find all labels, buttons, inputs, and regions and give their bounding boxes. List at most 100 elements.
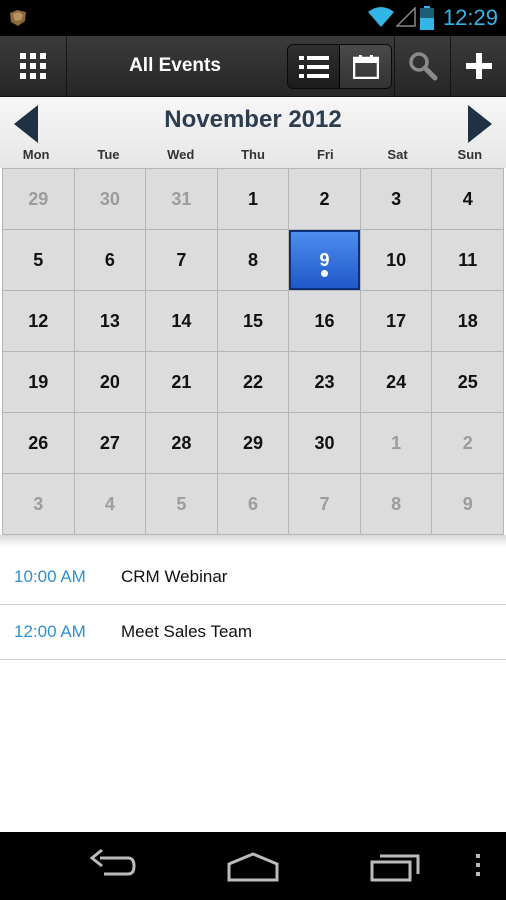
day-number: 18 xyxy=(457,310,478,331)
event-title: Meet Sales Team xyxy=(121,622,253,641)
day-cell[interactable]: 2 xyxy=(432,413,503,473)
day-number: 10 xyxy=(386,249,407,270)
day-number: 2 xyxy=(462,432,473,453)
day-cell[interactable]: 2 xyxy=(289,169,360,229)
signal-icon xyxy=(396,7,416,27)
navigation-bar xyxy=(0,832,506,900)
day-number: 8 xyxy=(391,493,402,514)
day-number: 4 xyxy=(462,188,473,209)
weekday-label: Wed xyxy=(167,147,195,162)
day-cell[interactable]: 21 xyxy=(146,352,217,412)
day-number: 13 xyxy=(99,310,120,331)
battery-icon xyxy=(420,6,434,30)
day-number: 28 xyxy=(171,432,192,453)
view-toggle xyxy=(287,44,392,89)
day-cell[interactable]: 30 xyxy=(74,169,146,229)
calendar-view-button[interactable] xyxy=(340,45,391,88)
day-number: 3 xyxy=(33,493,44,514)
day-number: 9 xyxy=(319,249,330,270)
day-cell[interactable]: 6 xyxy=(74,230,146,290)
day-number: 11 xyxy=(458,249,478,270)
day-cell[interactable]: 23 xyxy=(289,352,360,412)
event-time: 10:00 AM xyxy=(14,567,86,586)
day-cell[interactable]: 19 xyxy=(3,352,74,412)
day-number: 3 xyxy=(391,188,402,209)
day-cell[interactable]: 4 xyxy=(74,474,146,534)
event-item[interactable]: 12:00 AM Meet Sales Team xyxy=(0,605,506,660)
day-number: 21 xyxy=(171,371,192,392)
home-icon[interactable] xyxy=(227,846,279,886)
day-cell[interactable]: 7 xyxy=(146,230,217,290)
day-cell[interactable]: 15 xyxy=(217,291,289,351)
day-number: 5 xyxy=(176,493,187,514)
day-cell[interactable]: 5 xyxy=(3,230,74,290)
day-cell[interactable]: 29 xyxy=(3,169,74,229)
add-event-button[interactable] xyxy=(451,36,506,96)
day-cell[interactable]: 28 xyxy=(146,413,217,473)
day-number: 29 xyxy=(242,432,263,453)
add-icon xyxy=(465,53,492,79)
list-view-button[interactable] xyxy=(288,45,340,88)
day-cell[interactable]: 11 xyxy=(432,230,503,290)
day-cell[interactable]: 4 xyxy=(432,169,503,229)
page-title: All Events xyxy=(129,55,221,76)
day-number: 14 xyxy=(171,310,192,331)
calendar-grid: 29 30 31 1 2 3 4 5 6 7 8 9 10 11 12 13 14 15 16 17 18 19 20 21 2… xyxy=(2,168,504,535)
list-view-icon xyxy=(298,55,329,78)
back-icon[interactable] xyxy=(88,846,136,886)
day-cell[interactable]: 1 xyxy=(217,169,289,229)
day-cell[interactable]: 9 xyxy=(432,474,503,534)
status-time: 12:29 xyxy=(442,5,498,30)
day-number: 20 xyxy=(99,371,120,392)
day-number: 7 xyxy=(176,249,187,270)
day-cell[interactable]: 26 xyxy=(3,413,74,473)
apps-grid-button[interactable] xyxy=(0,36,67,96)
day-cell[interactable]: 20 xyxy=(74,352,146,412)
event-item[interactable]: 10:00 AM CRM Webinar xyxy=(0,550,506,605)
day-cell[interactable]: 12 xyxy=(3,291,74,351)
event-time: 12:00 AM xyxy=(14,622,86,641)
day-cell[interactable]: 3 xyxy=(3,474,74,534)
day-number: 24 xyxy=(386,371,407,392)
day-cell[interactable]: 1 xyxy=(360,413,432,473)
day-cell[interactable]: 16 xyxy=(289,291,360,351)
day-cell[interactable]: 8 xyxy=(217,230,289,290)
weekday-label: Mon xyxy=(22,147,50,162)
day-number: 16 xyxy=(314,310,335,331)
day-cell[interactable]: 10 xyxy=(360,230,432,290)
day-cell[interactable]: 17 xyxy=(360,291,432,351)
day-cell[interactable]: 3 xyxy=(360,169,432,229)
day-cell[interactable]: 18 xyxy=(432,291,503,351)
weekday-label: Sun xyxy=(457,147,483,162)
day-cell[interactable]: 7 xyxy=(289,474,360,534)
selected-day-cell[interactable]: 9 xyxy=(289,230,360,290)
day-cell[interactable]: 25 xyxy=(432,352,503,412)
day-number: 1 xyxy=(247,188,258,209)
weekday-label: Sat xyxy=(387,147,408,162)
day-number: 29 xyxy=(28,188,49,209)
day-cell[interactable]: 31 xyxy=(146,169,217,229)
status-bar: 12:29 xyxy=(0,0,506,36)
day-cell[interactable]: 29 xyxy=(217,413,289,473)
divider xyxy=(0,535,506,547)
next-month-button[interactable] xyxy=(468,105,492,143)
day-cell[interactable]: 8 xyxy=(360,474,432,534)
weekday-label: Fri xyxy=(316,147,334,162)
day-number: 1 xyxy=(391,432,402,453)
day-cell[interactable]: 30 xyxy=(289,413,360,473)
menu-icon[interactable] xyxy=(474,846,482,886)
day-cell[interactable]: 22 xyxy=(217,352,289,412)
day-cell[interactable]: 14 xyxy=(146,291,217,351)
day-number: 15 xyxy=(242,310,263,331)
day-cell[interactable]: 24 xyxy=(360,352,432,412)
day-number: 31 xyxy=(171,188,192,209)
day-cell[interactable]: 27 xyxy=(74,413,146,473)
search-button[interactable] xyxy=(395,36,450,96)
day-number: 22 xyxy=(242,371,263,392)
event-list: 10:00 AM CRM Webinar 12:00 AM Meet Sales… xyxy=(0,550,506,660)
day-number: 26 xyxy=(28,432,49,453)
day-cell[interactable]: 13 xyxy=(74,291,146,351)
day-cell[interactable]: 5 xyxy=(146,474,217,534)
day-cell[interactable]: 6 xyxy=(217,474,289,534)
recent-apps-icon[interactable] xyxy=(370,846,422,886)
